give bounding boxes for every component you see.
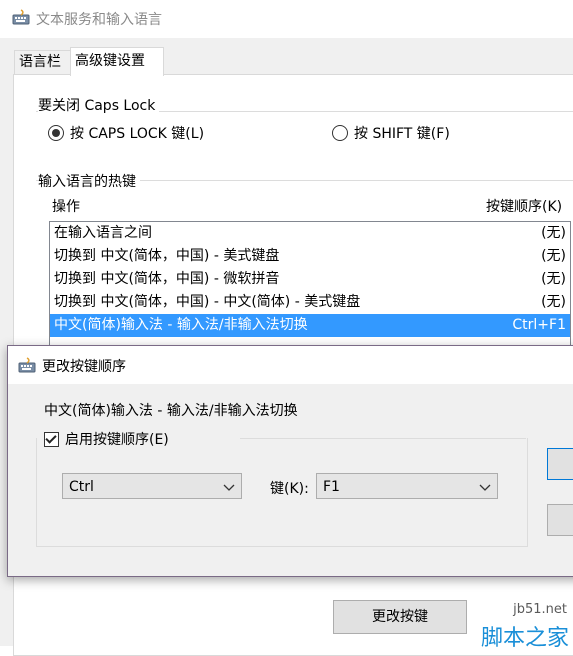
chevron-down-icon (223, 484, 235, 491)
tab-advanced-key-settings[interactable]: 高级键设置 (70, 47, 164, 76)
shift-radio[interactable]: 按 SHIFT 键(F) (332, 124, 450, 142)
window-title: 文本服务和输入语言 (36, 12, 162, 28)
keyboard-app-icon (18, 357, 36, 373)
column-header-key-order: 按键顺序(K) (486, 199, 563, 215)
hotkey-list[interactable]: 在输入语言之间 (无) 切换到 中文(简体，中国) - 美式键盘 (无) 切换到… (49, 221, 571, 353)
list-item-selected[interactable]: 中文(简体)输入法 - 输入法/非输入法切换 Ctrl+F1 (50, 314, 570, 337)
hotkey-action: 中文(简体)输入法 - 输入法/非输入法切换 (54, 317, 308, 333)
key-select[interactable]: F1 (316, 473, 498, 499)
column-header-action: 操作 (52, 199, 80, 215)
hotkey-action: 切换到 中文(简体，中国) - 美式键盘 (54, 248, 280, 264)
hotkey-action: 切换到 中文(简体，中国) - 中文(简体) - 美式键盘 (54, 294, 361, 310)
radio-unchecked-icon (332, 125, 348, 141)
dialog-title: 更改按键顺序 (42, 359, 126, 375)
modifier-select[interactable]: Ctrl (62, 473, 242, 499)
caps-lock-radio-label: 按 CAPS LOCK 键(L) (70, 126, 205, 142)
change-key-sequence-button[interactable]: 更改按键 (333, 600, 467, 634)
hotkey-action: 切换到 中文(简体，中国) - 微软拼音 (54, 271, 280, 287)
caps-lock-radio[interactable]: 按 CAPS LOCK 键(L) (48, 124, 204, 142)
watermark-site: jb51.net (513, 602, 567, 617)
enable-key-sequence-checkbox[interactable]: 启用按键顺序(E) (44, 430, 173, 448)
list-item[interactable]: 切换到 中文(简体，中国) - 中文(简体) - 美式键盘 (无) (50, 291, 570, 314)
list-item[interactable]: 在输入语言之间 (无) (50, 222, 570, 245)
caps-lock-group-title: 要关闭 Caps Lock (38, 95, 160, 115)
shift-radio-label: 按 SHIFT 键(F) (354, 126, 450, 142)
hotkey-keys: (无) (541, 271, 566, 287)
keyboard-app-icon (12, 9, 30, 25)
cancel-button[interactable] (547, 504, 573, 536)
list-item[interactable]: 切换到 中文(简体，中国) - 微软拼音 (无) (50, 268, 570, 291)
hotkey-keys: Ctrl+F1 (512, 317, 566, 333)
hotkeys-group-title: 输入语言的热键 (38, 171, 140, 191)
watermark: jb51.net 脚本之家 (453, 600, 573, 651)
dialog-description: 中文(简体)输入法 - 输入法/非输入法切换 (44, 403, 298, 419)
hotkey-keys: (无) (541, 248, 566, 264)
ok-button[interactable] (547, 448, 573, 480)
hotkey-action: 在输入语言之间 (54, 225, 152, 241)
group-divider (240, 438, 526, 439)
modifier-select-value: Ctrl (69, 479, 94, 495)
hotkey-keys: (无) (541, 294, 566, 310)
key-label: 键(K): (270, 481, 309, 497)
checkbox-checked-icon (44, 431, 59, 447)
change-key-sequence-dialog: 更改按键顺序 中文(简体)输入法 - 输入法/非输入法切换 启用按键顺序(E) … (7, 345, 573, 577)
watermark-name: 脚本之家 (480, 626, 569, 651)
list-item[interactable]: 切换到 中文(简体，中国) - 美式键盘 (无) (50, 245, 570, 268)
enable-key-sequence-label: 启用按键顺序(E) (65, 432, 169, 448)
radio-checked-icon (48, 125, 64, 141)
hotkey-keys: (无) (541, 225, 566, 241)
key-select-value: F1 (323, 479, 340, 495)
chevron-down-icon (479, 484, 491, 491)
